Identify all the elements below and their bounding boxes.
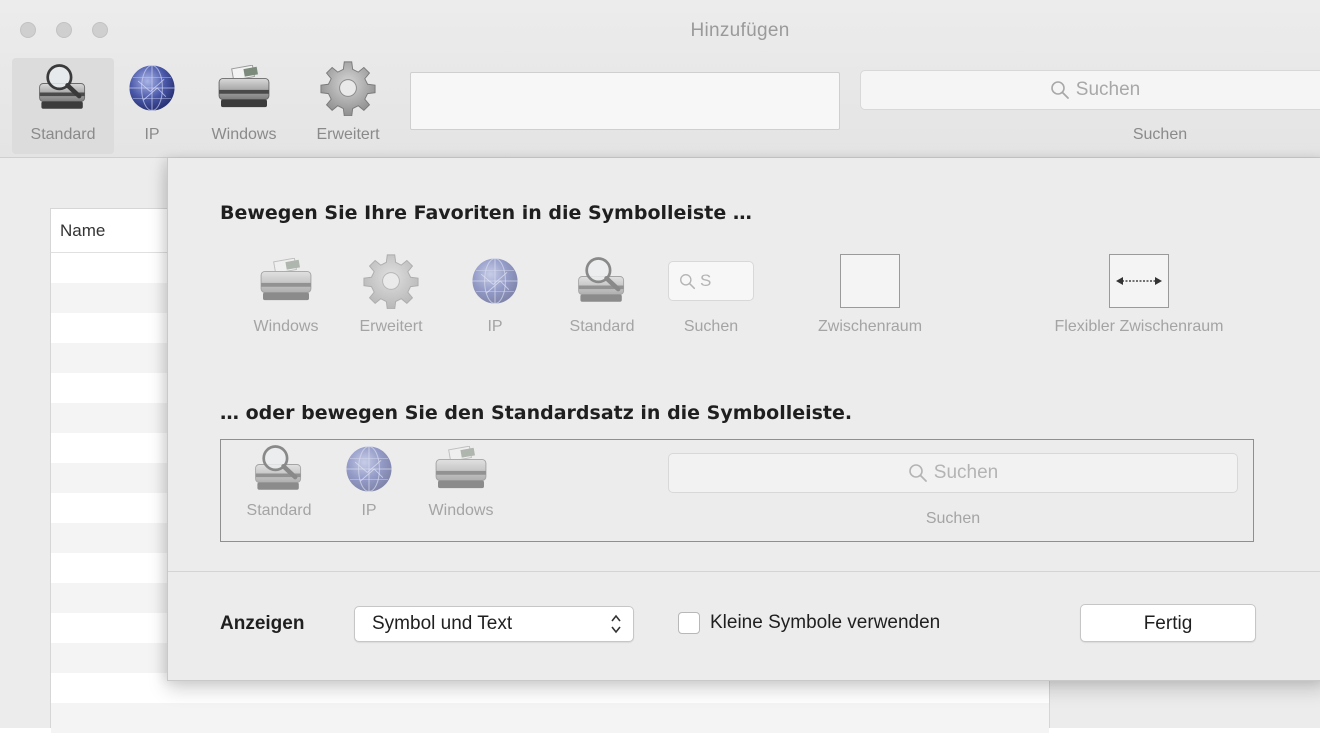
default-item-standard: Standard: [231, 440, 327, 520]
gear-icon: [346, 252, 436, 310]
toolbar-item-windows[interactable]: Windows: [196, 58, 292, 144]
toolbar-item-standard[interactable]: Standard: [12, 58, 114, 154]
palette-item-suchen[interactable]: S Suchen: [666, 252, 756, 336]
palette-item-windows[interactable]: Windows: [236, 252, 336, 336]
done-button[interactable]: Fertig: [1080, 604, 1256, 642]
display-mode-value: Symbol und Text: [372, 613, 513, 634]
mini-search-text: S: [700, 271, 712, 290]
palette-item-ip[interactable]: IP: [462, 252, 528, 336]
globe-icon: [462, 252, 528, 310]
search-placeholder: Suchen: [1075, 79, 1141, 100]
toolbar-item-label: IP: [144, 126, 160, 143]
flexible-space-icon: [1109, 254, 1169, 308]
space-preview: [790, 252, 950, 310]
search-label: Suchen: [1132, 126, 1188, 143]
toolbar-item-label: Standard: [30, 126, 96, 143]
printer-magnifier-icon: [231, 440, 327, 498]
toolbar-item-label: Erweitert: [316, 126, 380, 143]
toolbar-item-erweitert[interactable]: Erweitert: [300, 58, 396, 144]
palette-item-label: Flexibler Zwischenraum: [1054, 318, 1224, 335]
default-item-windows: Windows: [413, 440, 509, 520]
gear-icon: [318, 58, 378, 118]
default-search-label: Suchen: [925, 510, 981, 527]
search-icon: [1050, 80, 1070, 100]
flexible-space-preview: [1014, 252, 1264, 310]
space-icon: [840, 254, 900, 308]
default-item-label: IP: [361, 502, 377, 519]
default-search-placeholder: Suchen: [933, 462, 999, 483]
search-icon: [679, 273, 696, 290]
search-icon: [908, 463, 928, 483]
search-field-icon: S: [668, 261, 754, 301]
palette-item-label: Suchen: [683, 318, 739, 335]
divider: [168, 571, 1320, 572]
printer-icon: [236, 252, 336, 310]
customize-toolbar-sheet: Bewegen Sie Ihre Favoriten in die Symbol…: [167, 158, 1320, 681]
list-row: [51, 703, 1049, 733]
printer-icon: [413, 440, 509, 498]
default-search-field: Suchen: [668, 453, 1238, 493]
add-printer-window: Hinzufügen Standard IP Windows Erweitert: [0, 0, 1320, 733]
palette-item-erweitert[interactable]: Erweitert: [346, 252, 436, 336]
small-icons-checkbox[interactable]: [678, 612, 700, 634]
printer-magnifier-icon: [552, 252, 652, 310]
double-arrow-icon: [1116, 277, 1162, 285]
default-item-ip: IP: [337, 440, 401, 520]
default-item-label: Windows: [428, 502, 494, 519]
default-item-label: Standard: [246, 502, 312, 519]
palette-item-label: IP: [487, 318, 503, 335]
display-mode-popup[interactable]: Symbol und Text: [354, 606, 634, 642]
palette-item-standard[interactable]: Standard: [552, 252, 652, 336]
palette-item-label: Erweitert: [359, 318, 423, 335]
window-title: Hinzufügen: [690, 20, 790, 41]
default-set-heading: … oder bewegen Sie den Standardsatz in d…: [220, 402, 853, 424]
globe-icon: [337, 440, 401, 498]
default-set-box[interactable]: Standard IP Windows Suchen Suchen: [220, 439, 1254, 542]
palette-item-flexibler-zwischenraum[interactable]: Flexibler Zwischenraum: [1014, 252, 1264, 336]
toolbar-item-ip[interactable]: IP: [120, 58, 184, 144]
small-icons-label[interactable]: Kleine Symbole verwenden: [710, 612, 940, 634]
palette-item-label: Standard: [569, 318, 635, 335]
palette-item-label: Windows: [253, 318, 319, 335]
chevron-updown-icon: [611, 614, 621, 634]
palette-item-zwischenraum[interactable]: Zwischenraum: [790, 252, 950, 336]
toolbar-drop-area: [410, 72, 840, 130]
toolbar-item-label: Windows: [211, 126, 277, 143]
globe-icon: [122, 58, 182, 118]
printer-magnifier-icon: [33, 58, 93, 118]
favorites-heading: Bewegen Sie Ihre Favoriten in die Symbol…: [220, 202, 752, 224]
toolbar: Hinzufügen Standard IP Windows Erweitert: [0, 0, 1320, 158]
search-field-preview: S: [666, 252, 756, 310]
show-label: Anzeigen: [220, 613, 305, 634]
search-input[interactable]: Suchen: [860, 70, 1320, 110]
printer-icon: [214, 58, 274, 118]
palette-item-label: Zwischenraum: [817, 318, 923, 335]
